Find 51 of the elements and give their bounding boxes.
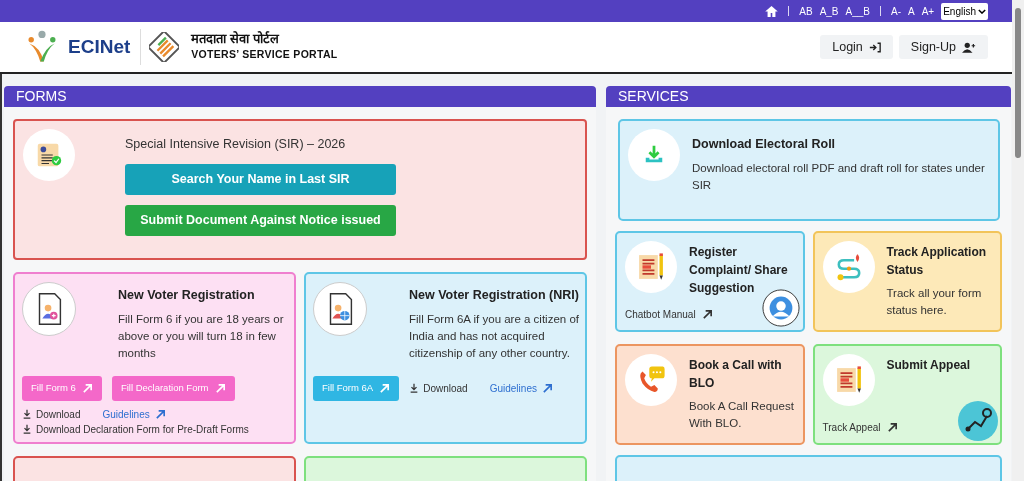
- font-size-option[interactable]: A: [908, 3, 915, 19]
- font-size-option[interactable]: A-: [891, 3, 901, 19]
- download-icon: [22, 409, 32, 420]
- card-title: Book a Call with BLO: [689, 357, 783, 392]
- arrow-up-right-icon: [886, 422, 898, 433]
- chatbot-avatar-icon: [761, 289, 800, 327]
- download-link[interactable]: Download: [22, 406, 81, 422]
- signup-button[interactable]: Sign-Up: [898, 35, 988, 59]
- card-description: Track all your form status here.: [886, 286, 983, 318]
- login-icon: [868, 41, 881, 53]
- card-description: Download electoral roll PDF and draft roll for states under SIR: [692, 160, 986, 193]
- panel-title: FORMS: [16, 87, 67, 106]
- card-title: Register Complaint/ Share Suggestion: [689, 244, 789, 297]
- card-description: Fill Form 6A if you are a citizen of India and has not acquired citizenship of any other country.: [409, 311, 580, 361]
- portal-title: VOTERS’ SERVICE PORTAL: [191, 47, 338, 63]
- panel-title: SERVICES: [618, 87, 689, 106]
- route-icon: [958, 401, 998, 441]
- card-title: Submit Appeal: [886, 357, 972, 374]
- login-button[interactable]: Login: [820, 35, 893, 59]
- download-link[interactable]: Download: [409, 380, 468, 396]
- card-link[interactable]: Track Appeal: [822, 420, 898, 435]
- logo-text: ECINet: [68, 29, 142, 65]
- arrow-up-right-icon: [701, 309, 713, 320]
- contrast-option[interactable]: AB: [799, 3, 813, 19]
- card-title: Track Application Status: [886, 244, 988, 279]
- scrollbar[interactable]: [1012, 0, 1024, 481]
- arrow-up-right-icon: [541, 382, 553, 394]
- card-title: New Voter Registration (NRI): [409, 287, 580, 304]
- card-description: Book A Call Request With BLO.: [689, 399, 795, 431]
- arrow-up-right-icon: [214, 382, 226, 394]
- guidelines-link[interactable]: Guidelines: [102, 406, 166, 422]
- card-description: Fill Form 6 if you are 18 years or above or you will turn 18 in few months: [118, 311, 285, 361]
- caret-icon: [978, 8, 986, 14]
- arrow-up-right-icon: [379, 382, 391, 394]
- portal-title-hindi: मतदाता सेवा पोर्टल: [191, 31, 281, 48]
- sir-title: Special Intensive Revision (SIR) – 2026: [125, 136, 347, 153]
- arrow-up-right-icon: [154, 408, 166, 420]
- language-select[interactable]: English: [941, 2, 988, 20]
- arrow-up-right-icon: [81, 382, 93, 394]
- card-title: New Voter Registration: [118, 287, 256, 304]
- contrast-option[interactable]: A__B: [845, 3, 870, 19]
- card-link[interactable]: Chatbot Manual: [625, 307, 713, 322]
- card-title: Download Electoral Roll: [692, 136, 837, 153]
- download-link[interactable]: Download Declaration Form for Pre-Draft Forms: [22, 421, 290, 437]
- user-plus-icon: [962, 41, 976, 53]
- font-size-option[interactable]: A+: [921, 3, 935, 19]
- contrast-option[interactable]: A_B: [819, 3, 839, 19]
- download-icon: [409, 383, 420, 394]
- download-icon: [22, 424, 32, 435]
- guidelines-link[interactable]: Guidelines: [489, 380, 553, 396]
- home-icon: [765, 5, 779, 17]
